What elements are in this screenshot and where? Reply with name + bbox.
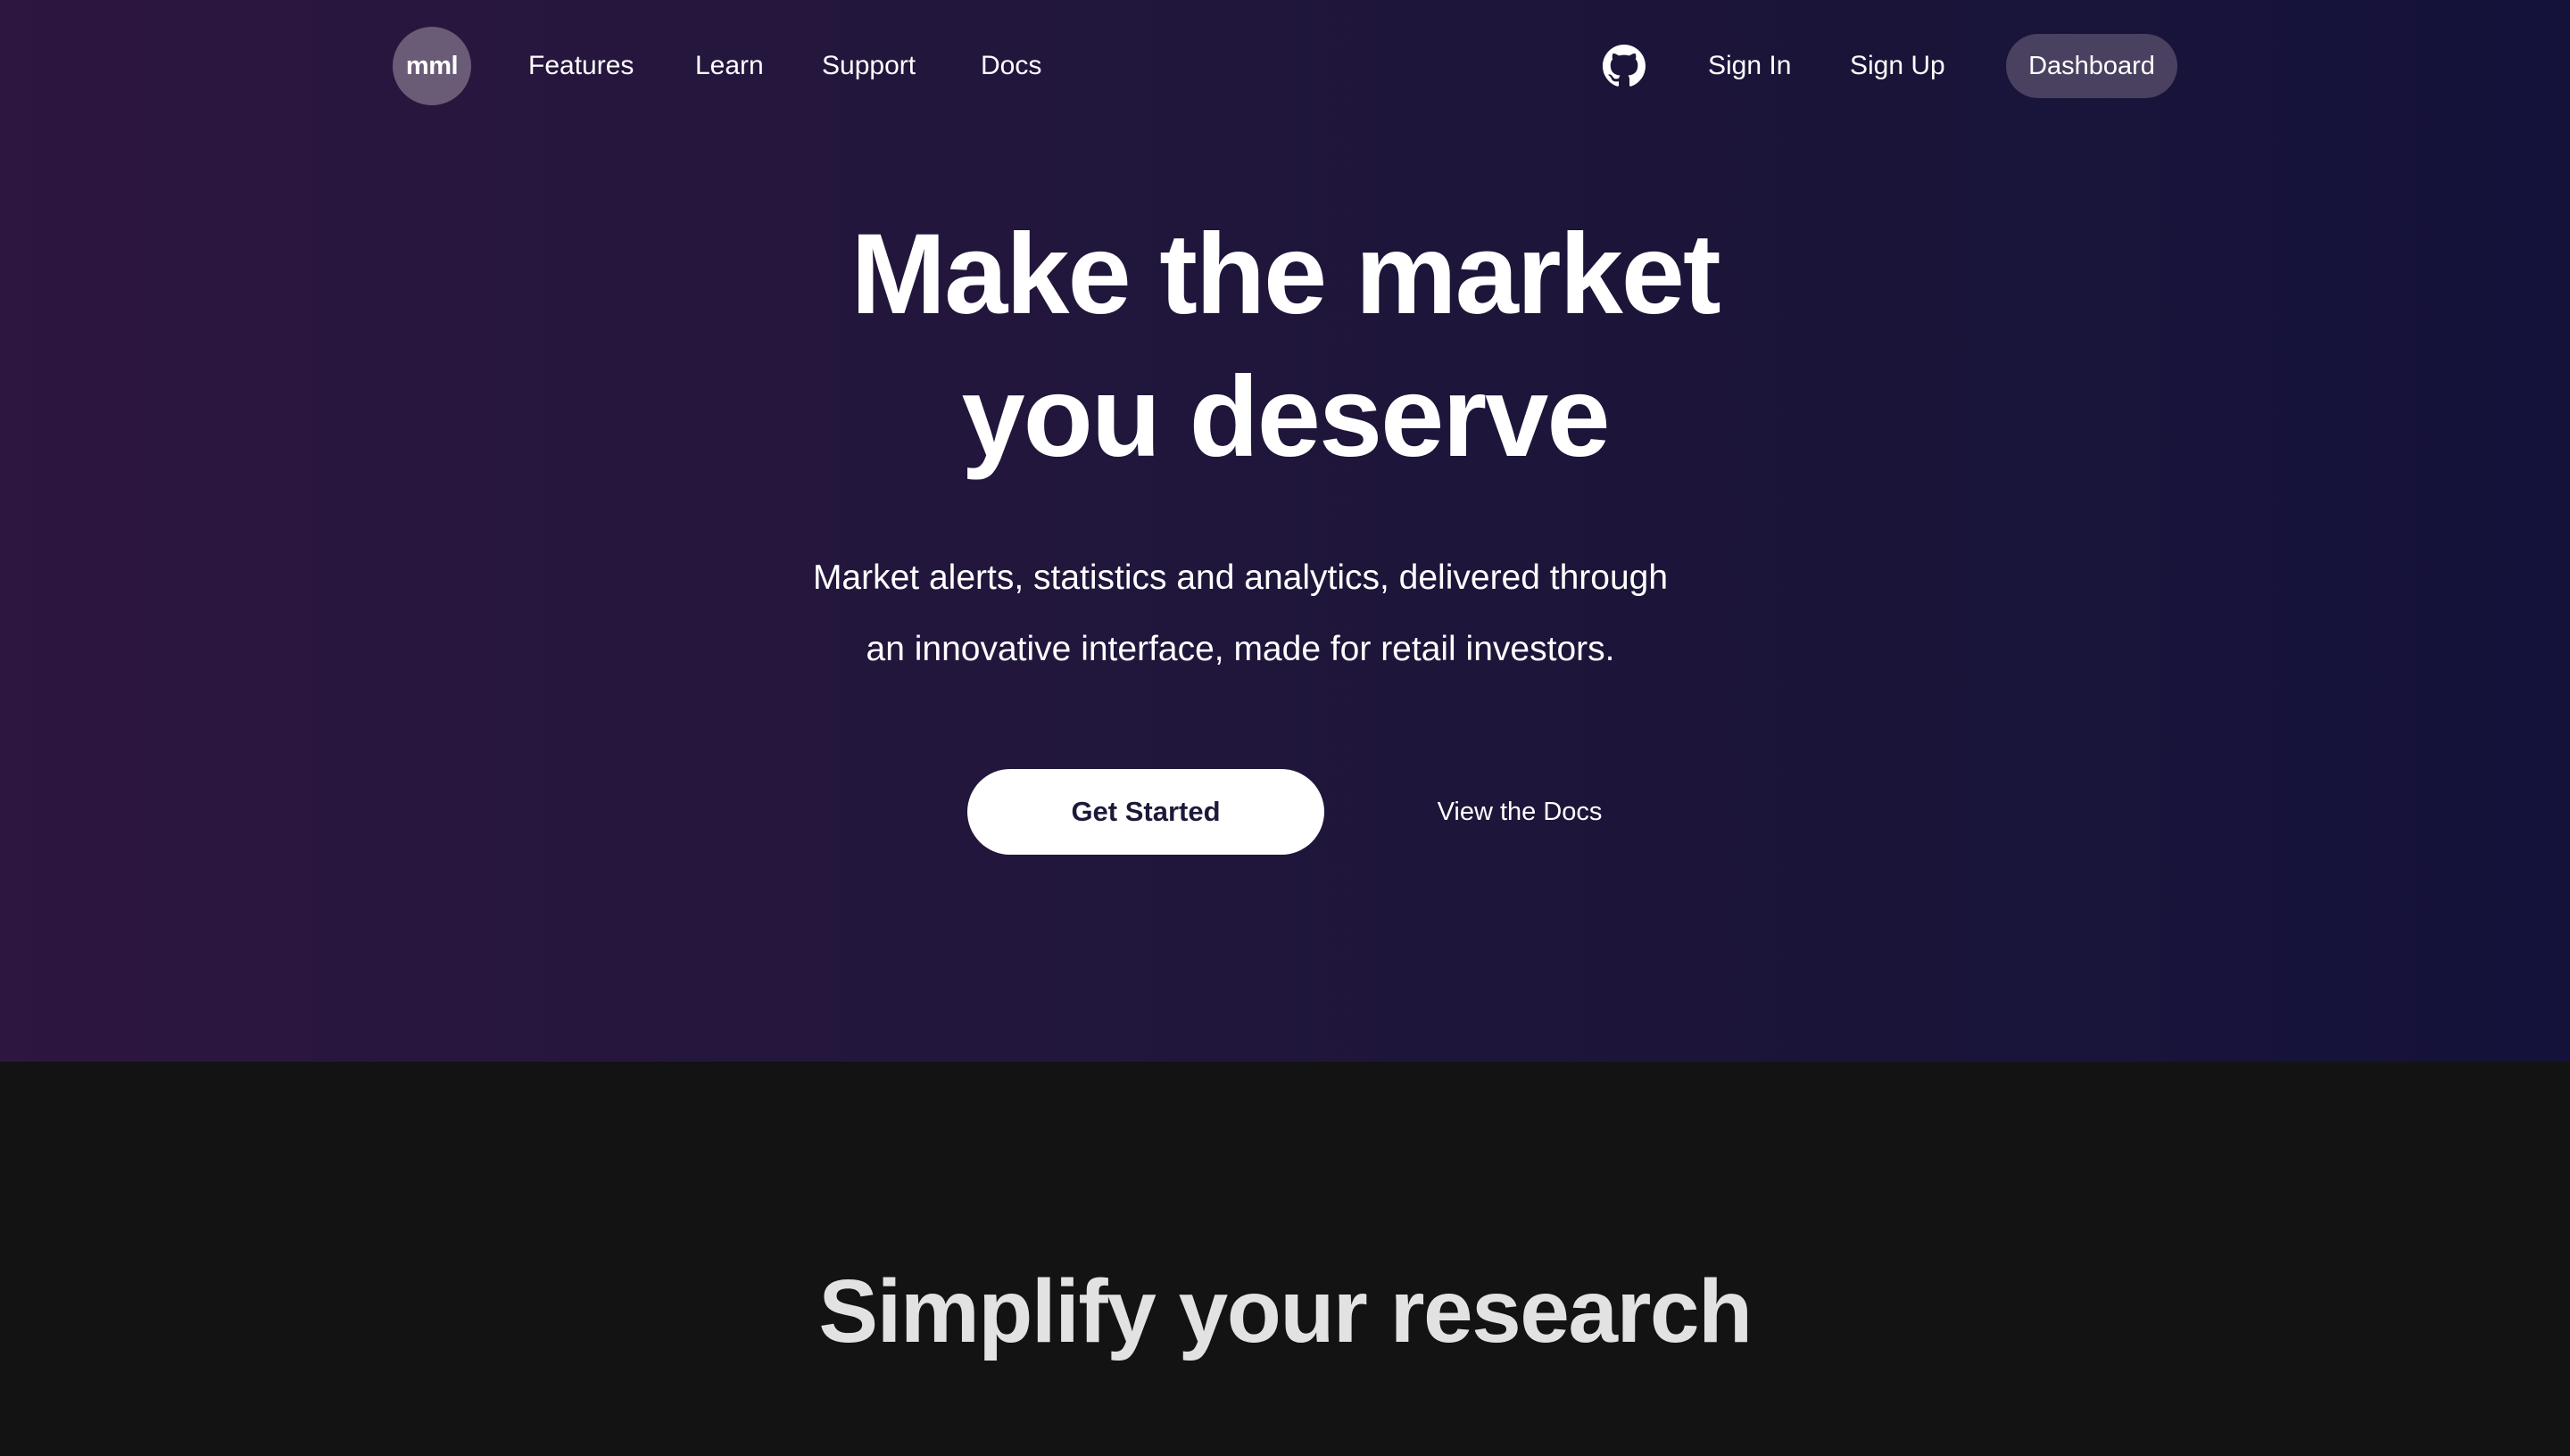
logo[interactable]: mml — [393, 27, 471, 105]
hero-title: Make the market you deserve — [0, 203, 2570, 489]
nav-link-features[interactable]: Features — [528, 50, 634, 82]
nav-link-support[interactable]: Support — [822, 50, 916, 82]
sign-up-link[interactable]: Sign Up — [1850, 50, 1945, 82]
github-icon[interactable] — [1603, 45, 1646, 87]
section-title: Simplify your research — [818, 1262, 1753, 1361]
hero-title-line-2: you deserve — [961, 353, 1610, 481]
hero-subtitle: Market alerts, statistics and analytics,… — [0, 542, 2481, 685]
features-section: Simplify your research — [0, 1062, 2570, 1456]
nav-link-docs[interactable]: Docs — [981, 50, 1041, 82]
dashboard-button[interactable]: Dashboard — [2006, 34, 2177, 98]
nav-link-learn[interactable]: Learn — [695, 50, 764, 82]
hero-section: mml Features Learn Support Docs Sign In … — [0, 0, 2570, 1062]
get-started-button[interactable]: Get Started — [967, 769, 1324, 855]
hero-title-line-1: Make the market — [850, 211, 1720, 338]
hero-subtitle-line-1: Market alerts, statistics and analytics,… — [812, 558, 1669, 597]
view-docs-link[interactable]: View the Docs — [1392, 796, 1647, 828]
hero-subtitle-line-2: an innovative interface, made for retail… — [866, 630, 1615, 668]
sign-in-link[interactable]: Sign In — [1708, 50, 1791, 82]
